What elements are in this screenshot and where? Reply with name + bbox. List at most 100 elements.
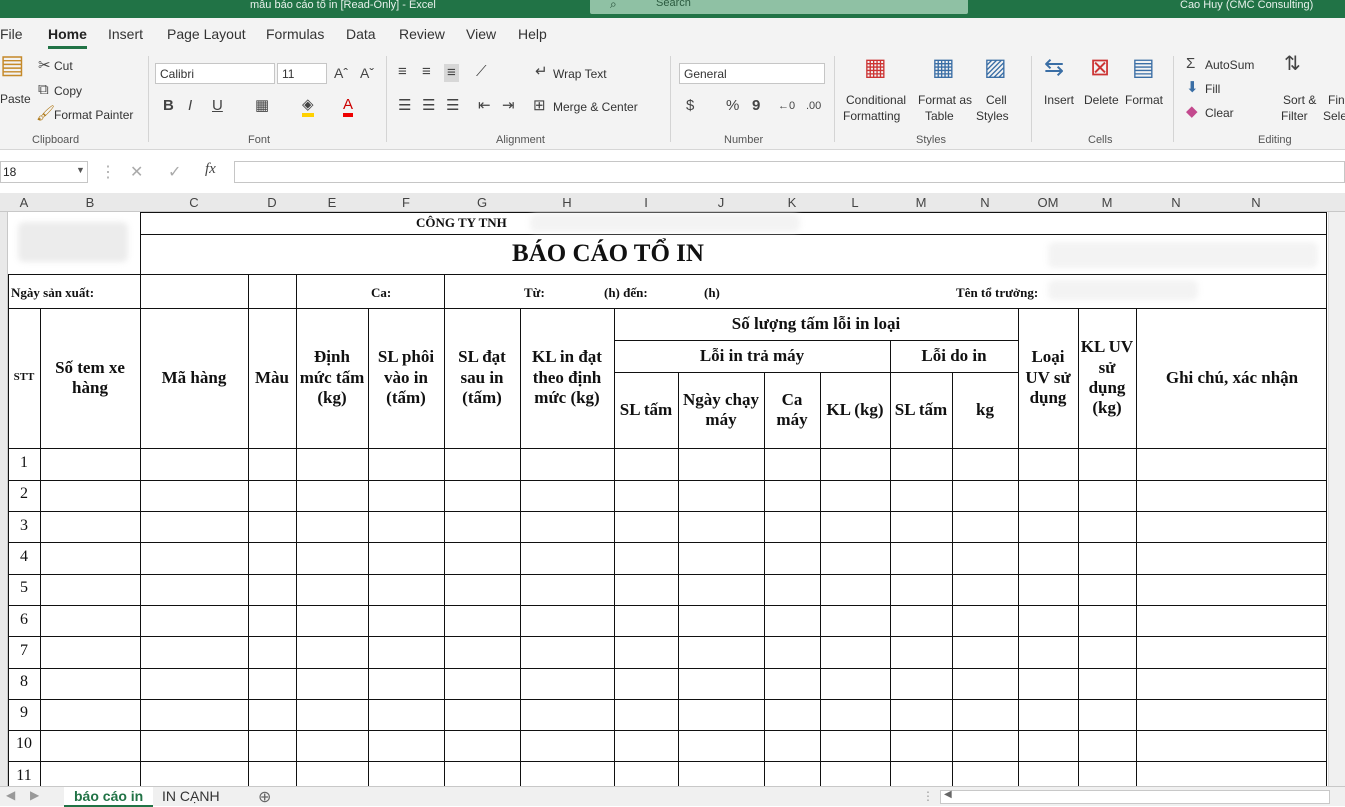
column-header[interactable]: N (1136, 195, 1216, 210)
increase-indent-icon[interactable]: ⇥ (502, 98, 515, 114)
format-as-table-label[interactable]: Format as (918, 93, 972, 107)
borders-icon[interactable]: ▦ (255, 98, 269, 114)
name-box-dropdown-icon[interactable]: ▼ (76, 165, 85, 175)
column-header[interactable]: I (614, 195, 678, 210)
cell-styles-label[interactable]: Cell (986, 93, 1007, 107)
column-header[interactable]: K (764, 195, 820, 210)
conditional-formatting-label-2[interactable]: Formatting (843, 109, 900, 123)
percent-icon[interactable]: % (726, 98, 739, 114)
comma-icon[interactable]: 9 (752, 98, 760, 114)
tab-page-layout[interactable]: Page Layout (167, 26, 246, 42)
header-kl-in: KL in đạt theo định mức (kg) (532, 347, 602, 408)
clear-button[interactable]: Clear (1205, 106, 1234, 120)
autosum-button[interactable]: AutoSum (1205, 58, 1254, 72)
column-header[interactable]: A (8, 195, 40, 210)
paste-icon[interactable]: ▤ (0, 51, 25, 77)
column-header[interactable]: C (140, 195, 248, 210)
cancel-entry-icon[interactable]: ✕ (130, 162, 143, 182)
column-header[interactable]: G (444, 195, 520, 210)
header-kg: kg (976, 399, 994, 419)
column-header[interactable]: N (1216, 195, 1296, 210)
confirm-entry-icon[interactable]: ✓ (168, 162, 181, 182)
copy-button[interactable]: Copy (54, 84, 82, 98)
add-sheet-icon[interactable]: ⊕ (258, 787, 271, 807)
sheet-tab-bao-cao-in[interactable]: báo cáo in (64, 787, 154, 807)
merge-center-button[interactable]: Merge & Center (553, 100, 638, 114)
next-sheet-icon[interactable]: ▶ (30, 788, 39, 802)
tab-file[interactable]: File (0, 26, 23, 42)
align-left-icon[interactable]: ☰ (398, 98, 411, 114)
underline-icon[interactable]: U (212, 98, 223, 114)
tab-home[interactable]: Home (48, 26, 87, 49)
align-middle-icon[interactable]: ≡ (422, 64, 431, 80)
find-select-label[interactable]: Fin (1328, 93, 1345, 107)
column-header[interactable]: M (890, 195, 952, 210)
column-header[interactable]: L (820, 195, 890, 210)
wrap-text-button[interactable]: Wrap Text (553, 67, 607, 81)
row-number: 6 (20, 611, 28, 628)
italic-icon[interactable]: I (188, 98, 192, 114)
align-right-icon[interactable]: ☰ (446, 98, 459, 114)
increase-font-icon[interactable]: Aˆ (334, 65, 348, 81)
number-format-select[interactable]: General (679, 63, 825, 84)
align-top-icon[interactable]: ≡ (398, 64, 407, 80)
column-header[interactable]: N (952, 195, 1018, 210)
format-as-table-label-2[interactable]: Table (925, 109, 954, 123)
tab-view[interactable]: View (466, 26, 496, 42)
paste-button[interactable]: Paste (0, 92, 31, 106)
orientation-icon[interactable]: ⟋ (476, 64, 487, 80)
cut-button[interactable]: Cut (54, 59, 73, 73)
font-color-icon[interactable]: A (343, 97, 354, 117)
column-header[interactable]: E (296, 195, 368, 210)
insert-cells-button[interactable]: Insert (1044, 93, 1074, 107)
align-bottom-icon[interactable]: ≡ (444, 64, 459, 82)
tab-formulas[interactable]: Formulas (266, 26, 324, 42)
search-box[interactable]: ⌕ Search (590, 0, 968, 14)
column-header[interactable]: D (248, 195, 296, 210)
cell-styles-label-2[interactable]: Styles (976, 109, 1009, 123)
insert-function-icon[interactable]: fx (205, 161, 216, 178)
font-size-select[interactable]: 11 (277, 63, 327, 84)
format-cells-button[interactable]: Format (1125, 93, 1163, 107)
tab-data[interactable]: Data (346, 26, 376, 42)
fill-color-icon[interactable]: ◈ (302, 97, 314, 117)
align-center-icon[interactable]: ☰ (422, 98, 435, 114)
row-number: 9 (20, 704, 28, 721)
sheet-tab-in-canh[interactable]: IN CẠNH (152, 787, 230, 807)
bold-icon[interactable]: B (163, 98, 174, 114)
row-number: 3 (20, 517, 28, 534)
prev-sheet-icon[interactable]: ◀ (6, 788, 15, 802)
fill-button[interactable]: Fill (1205, 82, 1220, 96)
currency-icon[interactable]: $ (686, 98, 694, 114)
delete-cells-button[interactable]: Delete (1084, 93, 1119, 107)
column-header[interactable]: M (1078, 195, 1136, 210)
find-select-label-2[interactable]: Sele (1323, 109, 1345, 123)
column-header[interactable]: J (678, 195, 764, 210)
horizontal-scrollbar[interactable]: ◀ (940, 789, 1330, 804)
clipboard-group-label: Clipboard (32, 134, 80, 146)
more-options-icon[interactable]: ⋮ (922, 789, 934, 803)
increase-decimal-icon[interactable]: ←0 (778, 98, 795, 114)
tab-insert[interactable]: Insert (108, 26, 143, 42)
sort-filter-label[interactable]: Sort & (1283, 93, 1316, 107)
column-header[interactable]: F (368, 195, 444, 210)
decrease-font-icon[interactable]: Aˇ (360, 65, 374, 81)
format-painter-icon: 🖌 (36, 105, 56, 122)
vertical-scrollbar[interactable] (1328, 212, 1345, 786)
column-header[interactable]: OM (1018, 195, 1078, 210)
decrease-indent-icon[interactable]: ⇤ (478, 98, 491, 114)
name-box[interactable]: 18 (0, 161, 88, 183)
conditional-formatting-label[interactable]: Conditional (846, 93, 906, 107)
formula-input[interactable] (234, 161, 1345, 183)
format-painter-button[interactable]: Format Painter (54, 108, 133, 122)
column-header[interactable]: H (520, 195, 614, 210)
worksheet[interactable]: CÔNG TY TNH BÁO CÁO TỔ IN Ngày sản xuất:… (8, 212, 1328, 786)
font-name-select[interactable]: Calibri (155, 63, 275, 84)
scroll-left-icon[interactable]: ◀ (944, 789, 952, 800)
column-header[interactable]: B (40, 195, 140, 210)
user-name[interactable]: Cao Huy (CMC Consulting) (1180, 0, 1313, 11)
tab-review[interactable]: Review (399, 26, 445, 42)
decrease-decimal-icon[interactable]: .00 (806, 98, 821, 114)
tab-help[interactable]: Help (518, 26, 547, 42)
sort-filter-label-2[interactable]: Filter (1281, 109, 1308, 123)
